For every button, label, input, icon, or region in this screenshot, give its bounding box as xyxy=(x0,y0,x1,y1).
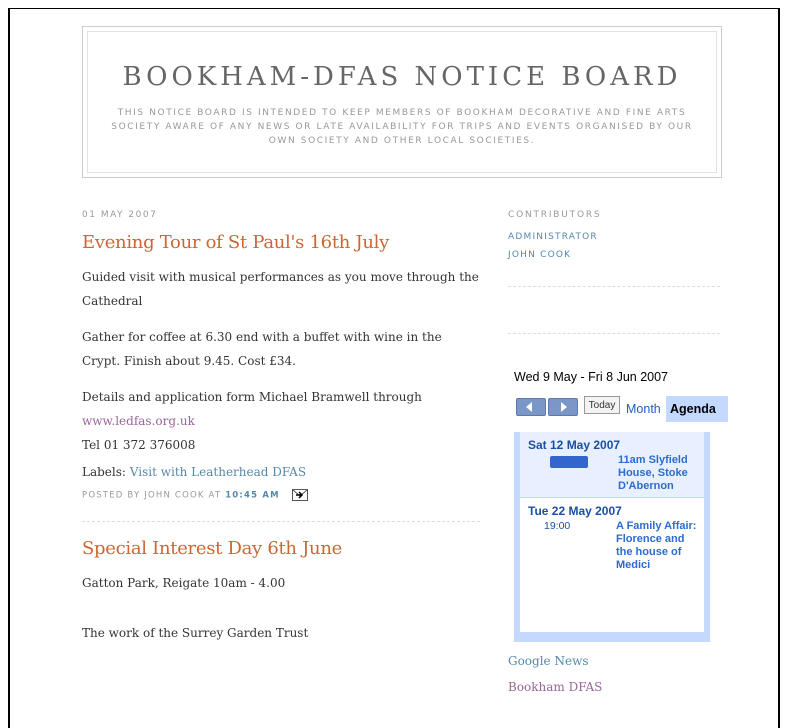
agenda-day-label: Tue 22 May 2007 xyxy=(528,504,622,518)
calendar-prev-button[interactable] xyxy=(516,398,546,416)
ledfas-link[interactable]: www.ledfas.org.uk xyxy=(82,414,195,428)
post-timestamp-link[interactable]: 10:45 AM xyxy=(225,491,280,501)
calendar-widget: Wed 9 May - Fri 8 Jun 2007 Today Month A… xyxy=(508,370,728,642)
contributors-heading: CONTRIBUTORS xyxy=(508,210,602,220)
blog-title[interactable]: BOOKHAM-DFAS NOTICE BOARD xyxy=(88,62,716,92)
agenda-day-label: Sat 12 May 2007 xyxy=(528,438,621,452)
agenda-day: Sat 12 May 2007 11am Slyfield House, Sto… xyxy=(520,432,704,498)
main-column: 01 MAY 2007 Evening Tour of St Paul's 16… xyxy=(82,200,480,657)
post-paragraph: Gatton Park, Reigate 10am - 4.00 xyxy=(82,576,286,590)
email-post-icon[interactable] xyxy=(291,489,308,501)
posted-by-text: POSTED BY JOHN COOK AT xyxy=(82,490,222,501)
chevron-left-icon xyxy=(526,402,532,412)
chevron-right-icon xyxy=(561,402,567,412)
blog-description: THIS NOTICE BOARD IS INTENDED TO KEEP ME… xyxy=(111,108,693,146)
contributor-link-administrator[interactable]: ADMINISTRATOR xyxy=(508,232,720,242)
all-day-event-marker xyxy=(550,456,588,468)
post-title[interactable]: Special Interest Day 6th June xyxy=(82,538,480,559)
post-paragraph: Guided visit with musical performances a… xyxy=(82,270,479,308)
blog-header: BOOKHAM-DFAS NOTICE BOARD THIS NOTICE BO… xyxy=(82,26,722,178)
link-bookham-dfas[interactable]: Bookham DFAS xyxy=(508,674,602,700)
post-footer: POSTED BY JOHN COOK AT 10:45 AM xyxy=(82,489,480,501)
contributor-link-john-cook[interactable]: JOHN COOK xyxy=(508,250,720,260)
agenda-day: Tue 22 May 2007 19:00 A Family Affair: F… xyxy=(520,498,704,633)
tab-agenda[interactable]: Agenda xyxy=(666,396,728,422)
sidebar: CONTRIBUTORS ADMINISTRATOR JOHN COOK xyxy=(508,200,720,334)
calendar-today-button[interactable]: Today xyxy=(584,396,620,414)
agenda-event-title[interactable]: 11am Slyfield House, Stoke D'Abernon xyxy=(618,452,704,497)
labels-prefix: Labels: xyxy=(82,465,126,479)
tab-month[interactable]: Month xyxy=(626,402,661,416)
link-google-news[interactable]: Google News xyxy=(508,648,602,674)
agenda-event[interactable]: 11am Slyfield House, Stoke D'Abernon xyxy=(520,452,704,497)
blog-header-inner: BOOKHAM-DFAS NOTICE BOARD THIS NOTICE BO… xyxy=(87,31,717,173)
post-title[interactable]: Evening Tour of St Paul's 16th July xyxy=(82,232,480,253)
details-text: Details and application form Michael Bra… xyxy=(82,390,422,404)
post-separator xyxy=(82,521,480,522)
calendar-toolbar: Today Month Agenda xyxy=(508,396,728,422)
agenda-event[interactable]: 19:00 A Family Affair: Florence and the … xyxy=(520,518,704,576)
post-body: Guided visit with musical performances a… xyxy=(82,265,480,457)
post-paragraph: Details and application form Michael Bra… xyxy=(82,385,480,457)
post-body: Gatton Park, Reigate 10am - 4.00 The wor… xyxy=(82,571,480,645)
label-link[interactable]: Visit with Leatherhead DFAS xyxy=(130,465,306,479)
post-paragraph: Gather for coffee at 6.30 end with a buf… xyxy=(82,330,442,368)
agenda-event-time: 19:00 xyxy=(544,520,571,532)
sidebar-separator xyxy=(508,286,720,287)
post-paragraph: The work of the Surrey Garden Trust xyxy=(82,626,309,640)
telephone-text: Tel 01 372 376008 xyxy=(82,438,196,452)
post-labels: Labels: Visit with Leatherhead DFAS xyxy=(82,465,480,479)
calendar-date-range: Wed 9 May - Fri 8 Jun 2007 xyxy=(514,370,669,384)
sidebar-links: Google News Bookham DFAS xyxy=(508,648,602,700)
calendar-agenda: Sat 12 May 2007 11am Slyfield House, Sto… xyxy=(514,432,710,642)
sidebar-separator xyxy=(508,333,720,334)
calendar-next-button[interactable] xyxy=(548,398,578,416)
post-date: 01 MAY 2007 xyxy=(82,210,158,220)
agenda-event-title[interactable]: A Family Affair: Florence and the house … xyxy=(616,518,704,576)
